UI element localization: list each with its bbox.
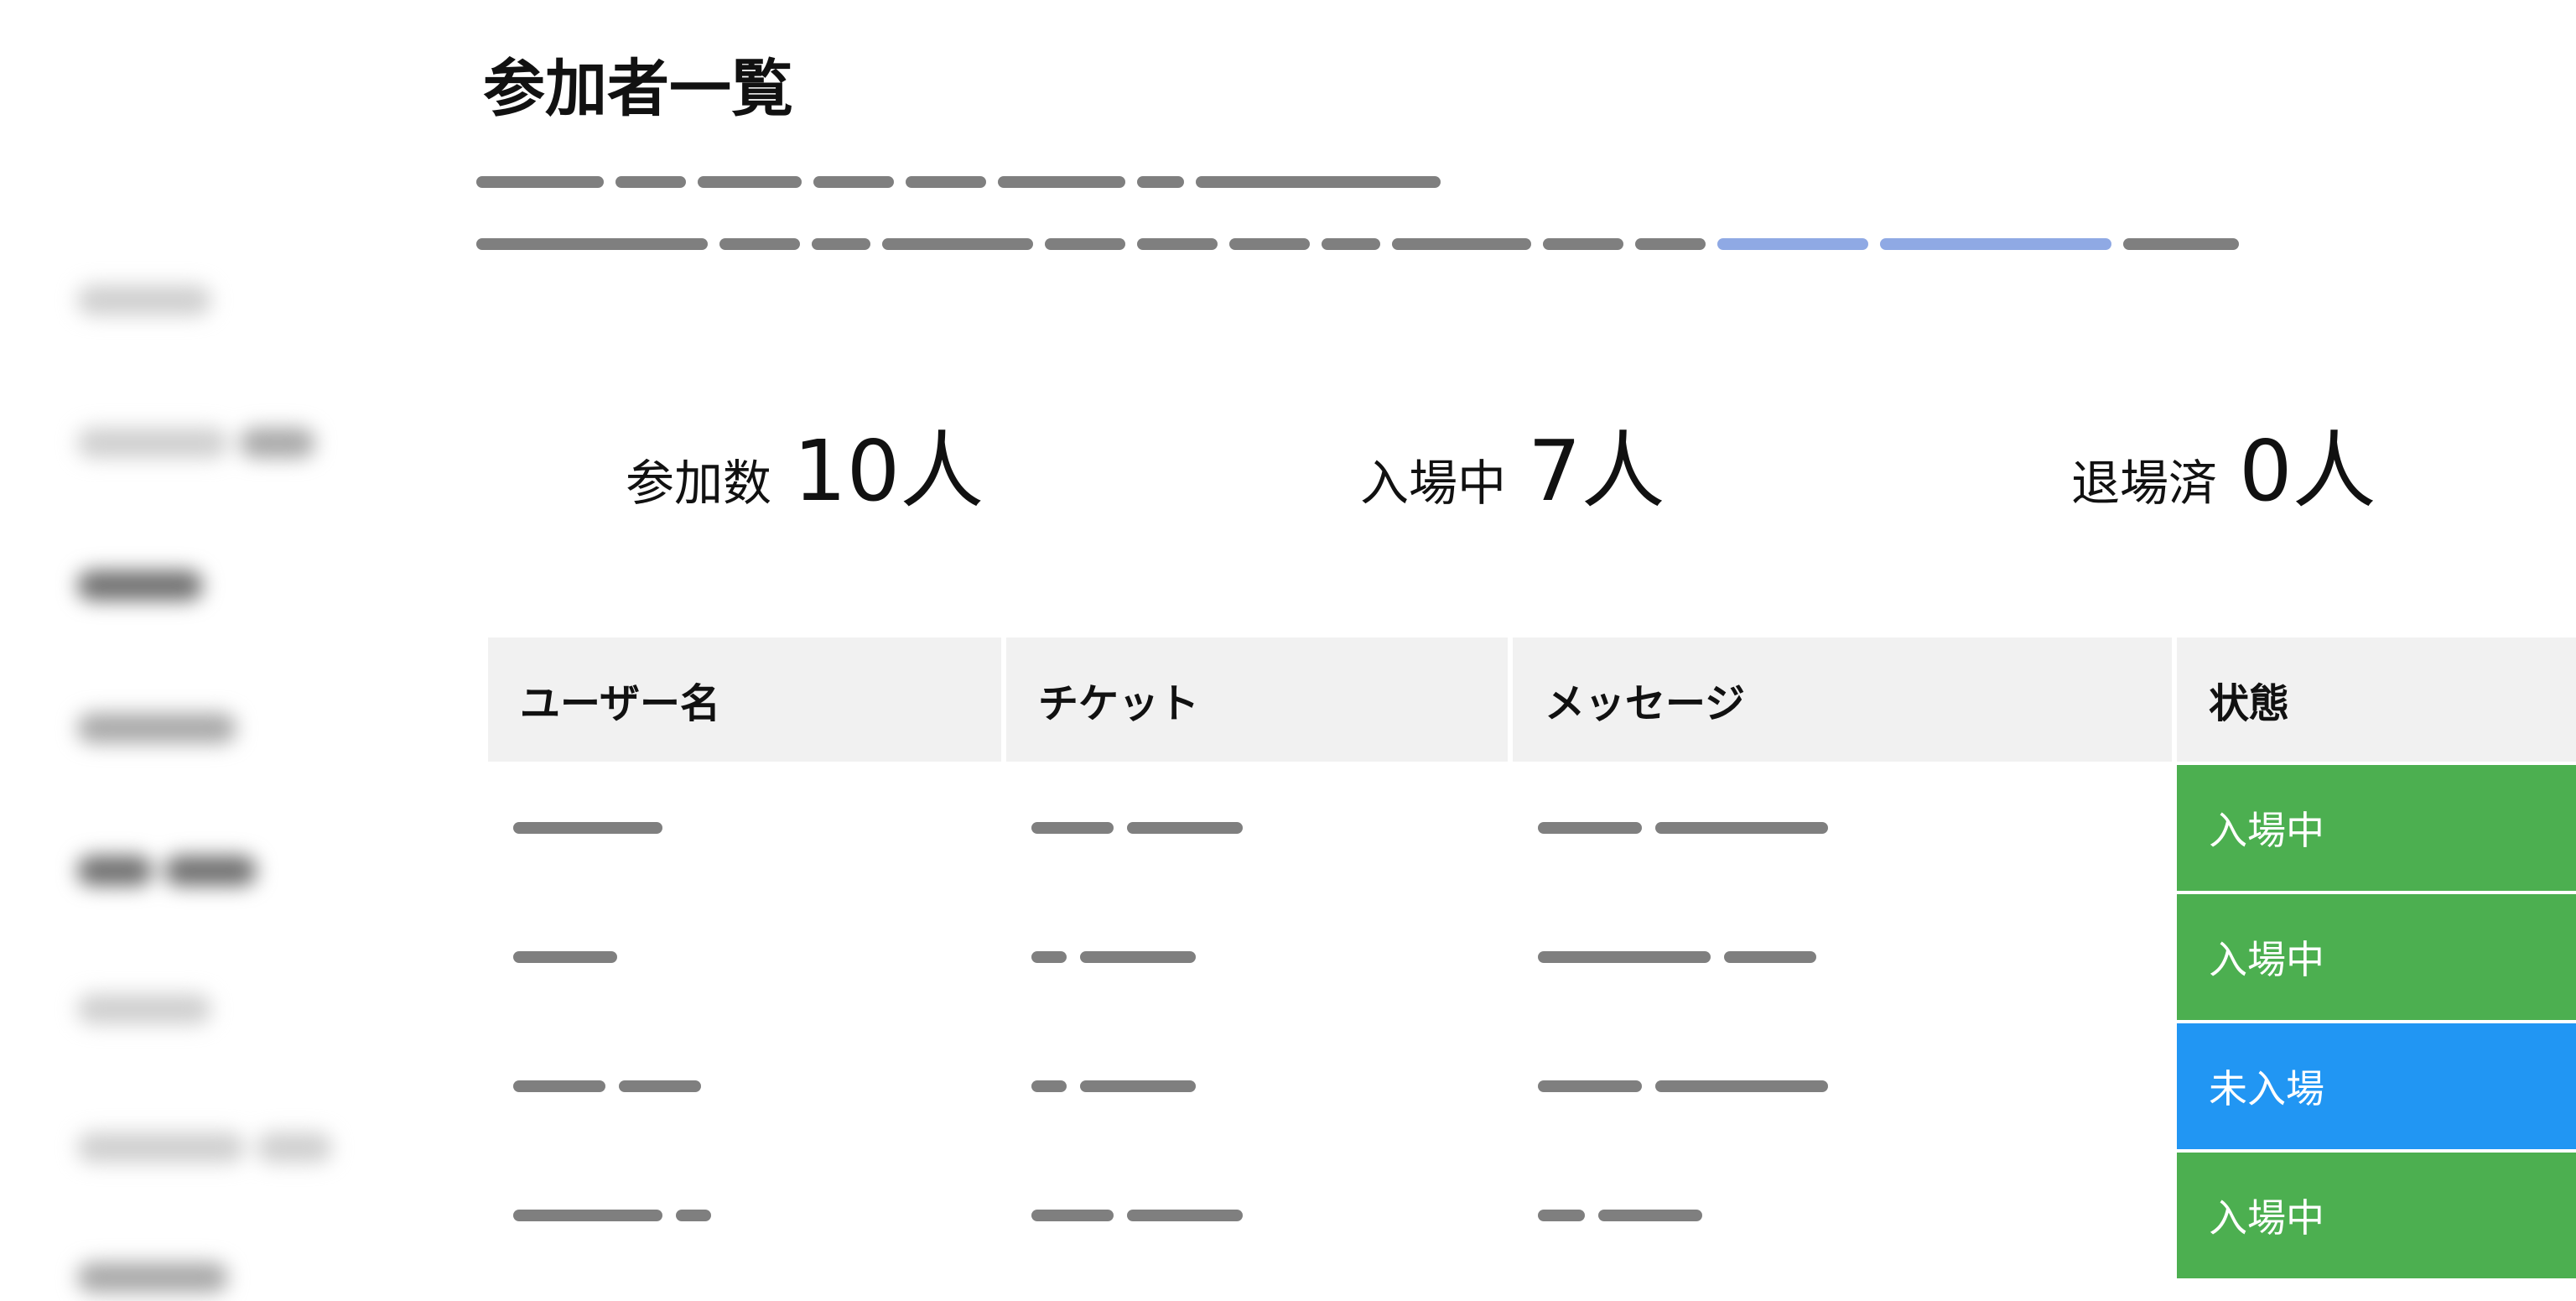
page-title: 参加者一覧 <box>483 53 793 125</box>
message-cell <box>1513 1153 2172 1278</box>
stat-label: 入場中 <box>1360 455 1507 512</box>
description-line <box>476 176 1441 188</box>
username-cell <box>488 765 1001 891</box>
message-cell <box>1513 894 2172 1020</box>
column-header-ticket[interactable]: チケット <box>1006 637 1508 762</box>
stat-entered: 入場中 7人 <box>1360 403 1665 524</box>
username-cell <box>488 1023 1001 1149</box>
sidebar <box>0 0 386 1293</box>
status-badge: 入場中 <box>2177 894 2576 1020</box>
ticket-cell <box>1006 1153 1508 1278</box>
status-badge: 未入場 <box>2177 1023 2576 1149</box>
sidebar-item[interactable] <box>77 705 236 752</box>
sidebar-item[interactable] <box>77 419 315 466</box>
description-line <box>476 238 2239 250</box>
stat-value: 0人 <box>2239 422 2376 520</box>
username-cell <box>488 894 1001 1020</box>
column-header-message[interactable]: メッセージ <box>1513 637 2172 762</box>
participants-table: ユーザー名 チケット メッセージ 状態 入場中 入場中 未入場 入場中 <box>488 637 2576 1278</box>
message-cell <box>1513 765 2172 891</box>
table-row[interactable]: 入場中 <box>488 765 2576 891</box>
sidebar-item[interactable] <box>77 986 211 1033</box>
status-badge: 入場中 <box>2177 1153 2576 1278</box>
ticket-cell <box>1006 894 1508 1020</box>
stat-value: 7人 <box>1528 422 1665 520</box>
description-link[interactable] <box>1717 238 1868 250</box>
stat-value: 10人 <box>793 422 984 520</box>
sidebar-item[interactable] <box>77 847 257 894</box>
stat-participants: 参加数 10人 <box>626 403 984 524</box>
table-row[interactable]: 入場中 <box>488 1153 2576 1278</box>
stat-label: 退場済 <box>2071 455 2218 512</box>
sidebar-item[interactable] <box>77 562 203 609</box>
message-cell <box>1513 1023 2172 1149</box>
sidebar-item[interactable] <box>77 1254 228 1301</box>
sidebar-item[interactable] <box>77 1124 332 1171</box>
stat-label: 参加数 <box>626 455 772 512</box>
status-badge: 入場中 <box>2177 765 2576 891</box>
ticket-cell <box>1006 1023 1508 1149</box>
table-row[interactable]: 未入場 <box>488 1023 2576 1149</box>
table-row[interactable]: 入場中 <box>488 894 2576 1020</box>
ticket-cell <box>1006 765 1508 891</box>
table-header-row: ユーザー名 チケット メッセージ 状態 <box>488 637 2576 762</box>
column-header-username[interactable]: ユーザー名 <box>488 637 1001 762</box>
stat-exited: 退場済 0人 <box>2071 403 2376 524</box>
username-cell <box>488 1153 1001 1278</box>
column-header-status[interactable]: 状態 <box>2177 637 2576 762</box>
sidebar-item[interactable] <box>77 277 211 324</box>
description-link[interactable] <box>1880 238 2111 250</box>
